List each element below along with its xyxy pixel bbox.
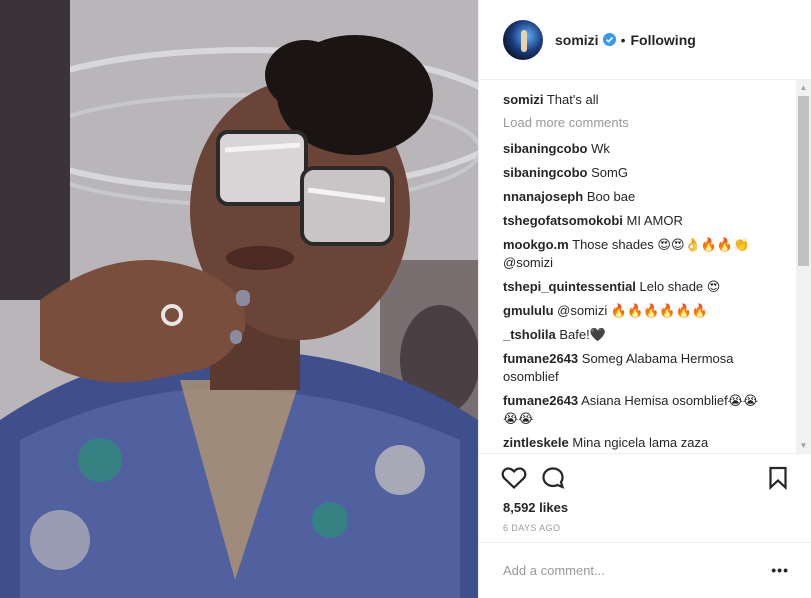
- post-actions: [479, 453, 811, 498]
- comment-item: mookgo.m Those shades 😍😍👌🔥🔥👏 @somizi: [503, 236, 773, 272]
- comment-username[interactable]: fumane2643: [503, 393, 578, 408]
- scroll-up-arrow-icon[interactable]: ▲: [796, 80, 811, 95]
- add-comment-bar: [479, 542, 811, 598]
- likes-count[interactable]: 8,592 likes: [503, 500, 568, 515]
- post-header: somizi • Following: [479, 0, 811, 80]
- photo-illustration: [0, 0, 478, 598]
- comment-text: MI AMOR: [626, 213, 683, 228]
- comment-text: Wk: [591, 141, 610, 156]
- comment-item: tshegofatsomokobi MI AMOR: [503, 212, 773, 230]
- comment-username[interactable]: sibaningcobo: [503, 141, 588, 156]
- scrollbar-thumb[interactable]: [798, 96, 809, 266]
- bookmark-icon[interactable]: [768, 466, 788, 490]
- comments-list: somizi That's all Load more comments sib…: [479, 80, 811, 453]
- post-timestamp[interactable]: 6 DAYS AGO: [503, 523, 560, 533]
- comment-item: fumane2643 Asiana Hemisa osomblief😭😭😭😭: [503, 392, 773, 428]
- comment-text: SomG: [591, 165, 628, 180]
- comment-text: Lelo shade 😍: [639, 279, 721, 294]
- comment-username[interactable]: sibaningcobo: [503, 165, 588, 180]
- comment-username[interactable]: tshegofatsomokobi: [503, 213, 623, 228]
- following-button[interactable]: Following: [630, 32, 695, 48]
- comment-text: Boo bae: [586, 189, 636, 204]
- scroll-down-arrow-icon[interactable]: ▼: [796, 438, 811, 453]
- add-comment-input[interactable]: [503, 563, 743, 578]
- comment-item: fumane2643 Someg Alabama Hermosa osombli…: [503, 350, 773, 386]
- comment-item: sibaningcobo Wk: [503, 140, 773, 158]
- load-more-comments-button[interactable]: Load more comments: [503, 115, 796, 130]
- comment-username[interactable]: _tsholila: [503, 327, 556, 342]
- comment-username[interactable]: gmululu: [503, 303, 554, 318]
- speech-bubble-icon[interactable]: [541, 466, 567, 490]
- header-username[interactable]: somizi: [555, 32, 599, 48]
- more-options-button[interactable]: •••: [771, 563, 789, 577]
- comment-username[interactable]: zintleskele: [503, 435, 569, 450]
- comment-item: gmululu @somizi 🔥🔥🔥🔥🔥🔥: [503, 302, 773, 320]
- comment-username[interactable]: mookgo.m: [503, 237, 569, 252]
- comment-item: tshepi_quintessential Lelo shade 😍: [503, 278, 773, 296]
- comment-text: @somizi 🔥🔥🔥🔥🔥🔥: [557, 303, 708, 318]
- comment-text: That's all: [546, 92, 599, 107]
- comments-scrollbar[interactable]: ▲ ▼: [796, 80, 811, 453]
- comment-text: Bafe!🖤: [559, 327, 606, 342]
- comment-username[interactable]: somizi: [503, 92, 543, 107]
- verified-badge-icon: [602, 33, 616, 46]
- comment-username[interactable]: nnanajoseph: [503, 189, 583, 204]
- comment-item: zintleskele Mina ngicela lama zaza: [503, 434, 773, 452]
- comment-item: _tsholila Bafe!🖤: [503, 326, 773, 344]
- avatar[interactable]: [503, 19, 543, 60]
- header-separator: •: [620, 31, 626, 48]
- post-photo[interactable]: [0, 0, 478, 598]
- comment-item: sibaningcobo SomG: [503, 164, 773, 182]
- comment-username[interactable]: fumane2643: [503, 351, 578, 366]
- caption-comment: somizi That's all: [503, 91, 773, 109]
- comment-username[interactable]: tshepi_quintessential: [503, 279, 636, 294]
- comment-item: nnanajoseph Boo bae: [503, 188, 773, 206]
- comment-text: Mina ngicela lama zaza: [572, 435, 709, 450]
- heart-outline-icon[interactable]: [501, 466, 527, 490]
- post-side-panel: somizi • Following somizi That's all Loa…: [478, 0, 811, 598]
